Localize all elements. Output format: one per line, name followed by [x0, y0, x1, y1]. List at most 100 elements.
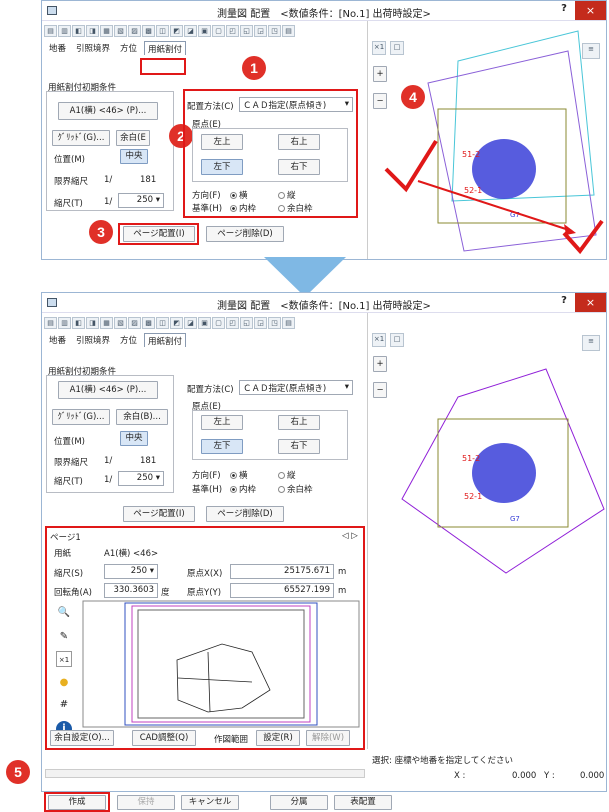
tab-chiban[interactable]: 地番 — [46, 41, 69, 55]
top-map-canvas[interactable]: 51-2 52-1 G7 — [368, 21, 606, 259]
toolbar-button[interactable]: ◫ — [156, 316, 169, 329]
toolbar-button[interactable]: ▦ — [100, 24, 113, 37]
page-place-button[interactable]: ページ配置(I) — [123, 226, 195, 242]
toolbar-button[interactable]: ▦ — [100, 316, 113, 329]
toolbar-button[interactable]: ▨ — [128, 24, 141, 37]
setting-button[interactable]: 設定(R) — [256, 730, 300, 746]
toolbar-button[interactable]: ▤ — [44, 24, 57, 37]
toolbar-button[interactable]: ◪ — [184, 316, 197, 329]
toolbar-button[interactable]: ◳ — [268, 316, 281, 329]
release-button[interactable]: 解除(W) — [306, 730, 350, 746]
toolbar-button[interactable]: ◲ — [254, 316, 267, 329]
origin-top-left[interactable]: 左上 — [201, 415, 243, 430]
direction-portrait[interactable]: 縦 — [278, 189, 296, 201]
tab-hoi[interactable]: 方位 — [117, 333, 140, 347]
base-margin[interactable]: 余白枠 — [278, 483, 313, 495]
toolbar-button[interactable]: ▣ — [198, 24, 211, 37]
page-delete-button[interactable]: ページ削除(D) — [206, 226, 284, 242]
toolbar-button[interactable]: ◨ — [86, 24, 99, 37]
base-inner[interactable]: 内枠 — [230, 483, 256, 495]
toolbar-button[interactable]: ▤ — [282, 24, 295, 37]
toolbar-button[interactable]: ▥ — [58, 24, 71, 37]
close-button[interactable]: × — [575, 293, 606, 312]
toolbar-button[interactable]: ◳ — [268, 24, 281, 37]
zoom-icon[interactable]: 🔍 — [56, 605, 72, 621]
origin-top-right[interactable]: 右上 — [278, 415, 320, 430]
origin-bottom-right[interactable]: 右下 — [278, 439, 320, 454]
tab-yoshi[interactable]: 用紙割付 — [144, 333, 187, 347]
help-button[interactable]: ? — [556, 3, 572, 18]
help-button[interactable]: ? — [556, 295, 572, 310]
toolbar-button[interactable]: ◧ — [72, 24, 85, 37]
placement-combo[interactable]: ＣＡＤ指定(原点傾き) ▾ — [239, 97, 353, 112]
margin-button[interactable]: 余白(E — [116, 130, 150, 146]
cancel-button[interactable]: キャンセル — [181, 795, 239, 810]
page-scale-combo[interactable]: 250 ▾ — [104, 564, 158, 579]
grid-icon[interactable]: # — [56, 697, 72, 713]
bulb-icon[interactable]: ● — [56, 675, 72, 691]
fit-icon[interactable]: □ — [390, 333, 404, 347]
close-button[interactable]: × — [575, 1, 606, 20]
origin-bottom-right[interactable]: 右下 — [278, 159, 320, 175]
toolbar-button[interactable]: ◰ — [226, 316, 239, 329]
direction-landscape[interactable]: 横 — [230, 189, 248, 201]
page-tab-arrows[interactable]: ◁ ▷ — [342, 531, 358, 541]
toolbar-button[interactable]: ▤ — [282, 316, 295, 329]
origin-top-right[interactable]: 右上 — [278, 134, 320, 150]
toolbar-button[interactable]: ◪ — [184, 24, 197, 37]
tab-hoi[interactable]: 方位 — [117, 41, 140, 55]
base-margin[interactable]: 余白枠 — [278, 202, 313, 214]
scale-combo[interactable]: 250 ▾ — [118, 471, 164, 486]
page-rotation-input[interactable]: 330.3603 — [104, 583, 158, 598]
grid-button[interactable]: ｸﾞﾘｯﾄﾞ(G)... — [52, 409, 110, 425]
horizontal-scrollbar[interactable] — [45, 769, 365, 778]
position-center[interactable]: 中央 — [120, 149, 148, 164]
hold-button[interactable]: 保持 — [117, 795, 175, 810]
origin-top-left[interactable]: 左上 — [201, 134, 243, 150]
margin-setting-button[interactable]: 余白設定(O)... — [50, 730, 114, 746]
table-place-button[interactable]: 表配置 — [334, 795, 392, 810]
menu-icon[interactable]: ≡ — [582, 335, 600, 351]
scale-one-icon[interactable]: ×1 — [56, 651, 72, 667]
toolbar-button[interactable]: ▧ — [114, 24, 127, 37]
toolbar-button[interactable]: ▩ — [142, 24, 155, 37]
cad-adjust-button[interactable]: CAD調整(Q) — [132, 730, 196, 746]
toolbar-button[interactable]: ▥ — [58, 316, 71, 329]
subordinate-button[interactable]: 分属 — [270, 795, 328, 810]
toolbar-button[interactable]: ◱ — [240, 316, 253, 329]
placement-combo[interactable]: ＣＡＤ指定(原点傾き) ▾ — [239, 380, 353, 395]
page-place-button[interactable]: ページ配置(I) — [123, 506, 195, 522]
margin-button[interactable]: 余白(B)... — [116, 409, 168, 425]
edit-icon[interactable]: ✎ — [56, 629, 72, 645]
base-inner[interactable]: 内枠 — [230, 202, 256, 214]
toolbar-button[interactable]: ◨ — [86, 316, 99, 329]
scale-combo[interactable]: 250 ▾ — [118, 193, 164, 208]
tab-insho[interactable]: 引照境界 — [73, 333, 113, 347]
toolbar-button[interactable]: ▩ — [142, 316, 155, 329]
toolbar-button[interactable]: ▨ — [128, 316, 141, 329]
page-delete-button[interactable]: ページ削除(D) — [206, 506, 284, 522]
direction-landscape[interactable]: 横 — [230, 469, 248, 481]
paper-button[interactable]: A1(横) <46> (P)... — [58, 381, 158, 399]
scale-one-icon[interactable]: ×1 — [372, 333, 386, 347]
toolbar-button[interactable]: ◱ — [240, 24, 253, 37]
position-center[interactable]: 中央 — [120, 431, 148, 446]
paper-button[interactable]: A1(横) <46> (P)... — [58, 102, 158, 120]
toolbar-button[interactable]: ◰ — [226, 24, 239, 37]
create-button[interactable]: 作成 — [48, 795, 106, 810]
toolbar-button[interactable]: ▢ — [212, 24, 225, 37]
toolbar-button[interactable]: ◲ — [254, 24, 267, 37]
tab-chiban[interactable]: 地番 — [46, 333, 69, 347]
page-tab[interactable]: ページ1 — [50, 531, 81, 543]
toolbar-button[interactable]: ◧ — [72, 316, 85, 329]
toolbar-button[interactable]: ▢ — [212, 316, 225, 329]
toolbar-button[interactable]: ▧ — [114, 316, 127, 329]
tab-insho[interactable]: 引照境界 — [73, 41, 113, 55]
grid-button[interactable]: ｸﾞﾘｯﾄﾞ(G)... — [52, 130, 110, 146]
origin-bottom-left[interactable]: 左下 — [201, 439, 243, 454]
origin-bottom-left[interactable]: 左下 — [201, 159, 243, 175]
page-oy-input[interactable]: 65527.199 — [230, 583, 334, 598]
toolbar-button[interactable]: ▤ — [44, 316, 57, 329]
tab-yoshi[interactable]: 用紙割付 — [144, 41, 187, 55]
toolbar-button[interactable]: ◩ — [170, 316, 183, 329]
